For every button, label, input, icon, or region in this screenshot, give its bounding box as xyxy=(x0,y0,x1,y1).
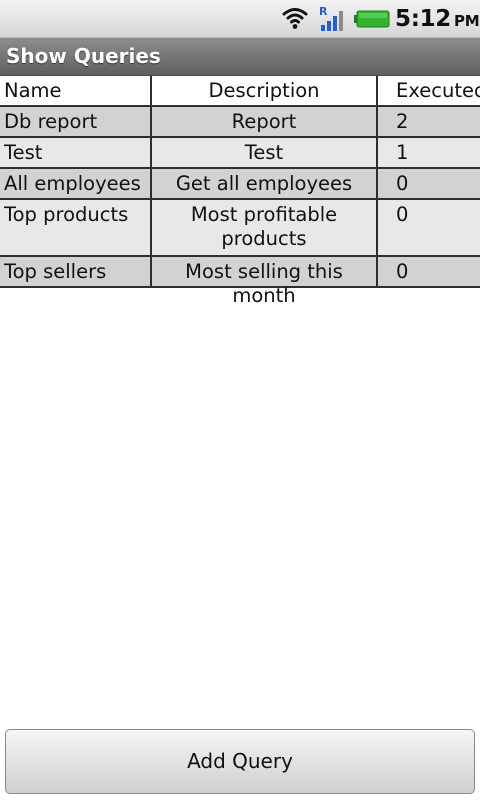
row-executed: 0 xyxy=(376,257,480,286)
table-row[interactable]: Test Test 1 xyxy=(0,138,480,169)
title-bar: Show Queries xyxy=(0,38,480,76)
table-row[interactable]: All employees Get all employees 0 xyxy=(0,169,480,200)
table-row[interactable]: Top sellers Most selling this month 0 xyxy=(0,257,480,307)
battery-icon xyxy=(354,10,390,28)
row-description: Report xyxy=(150,107,376,136)
wifi-icon xyxy=(282,8,308,29)
clock-time: 5:12 xyxy=(395,6,452,32)
clock-ampm: PM xyxy=(454,12,480,30)
row-description: Most profitable products xyxy=(150,200,376,255)
table-header-row: Name Description Executed xyxy=(0,76,480,107)
row-name: Test xyxy=(4,141,43,164)
status-bar: R 5:12 PM xyxy=(0,0,480,38)
table-row[interactable]: Db report Report 2 xyxy=(0,107,480,138)
row-description: Get all employees xyxy=(150,169,376,198)
row-description: Test xyxy=(150,138,376,167)
signal-icon: R xyxy=(319,5,343,31)
table-row[interactable]: Top products Most profitable products 0 xyxy=(0,200,480,257)
row-executed: 0 xyxy=(376,169,480,198)
query-table: Name Description Executed Db report Repo… xyxy=(0,76,480,307)
row-description-line1: Most profitable xyxy=(190,203,338,226)
header-description: Description xyxy=(150,76,376,105)
row-executed: 1 xyxy=(376,138,480,167)
header-executed: Executed xyxy=(376,76,480,105)
row-name: Top sellers xyxy=(4,260,107,283)
row-name: Db report xyxy=(4,110,98,133)
row-name: All employees xyxy=(4,172,141,195)
row-name: Top products xyxy=(4,203,129,226)
header-name: Name xyxy=(4,79,62,102)
row-executed: 0 xyxy=(376,200,480,255)
roaming-indicator: R xyxy=(319,5,328,18)
add-query-button[interactable]: Add Query xyxy=(5,729,475,794)
row-description-line2: products xyxy=(221,227,307,250)
status-clock: 5:12 PM xyxy=(395,4,480,34)
row-description: Most selling this month xyxy=(150,257,376,307)
row-executed: 2 xyxy=(376,107,480,136)
page-title: Show Queries xyxy=(6,44,161,68)
